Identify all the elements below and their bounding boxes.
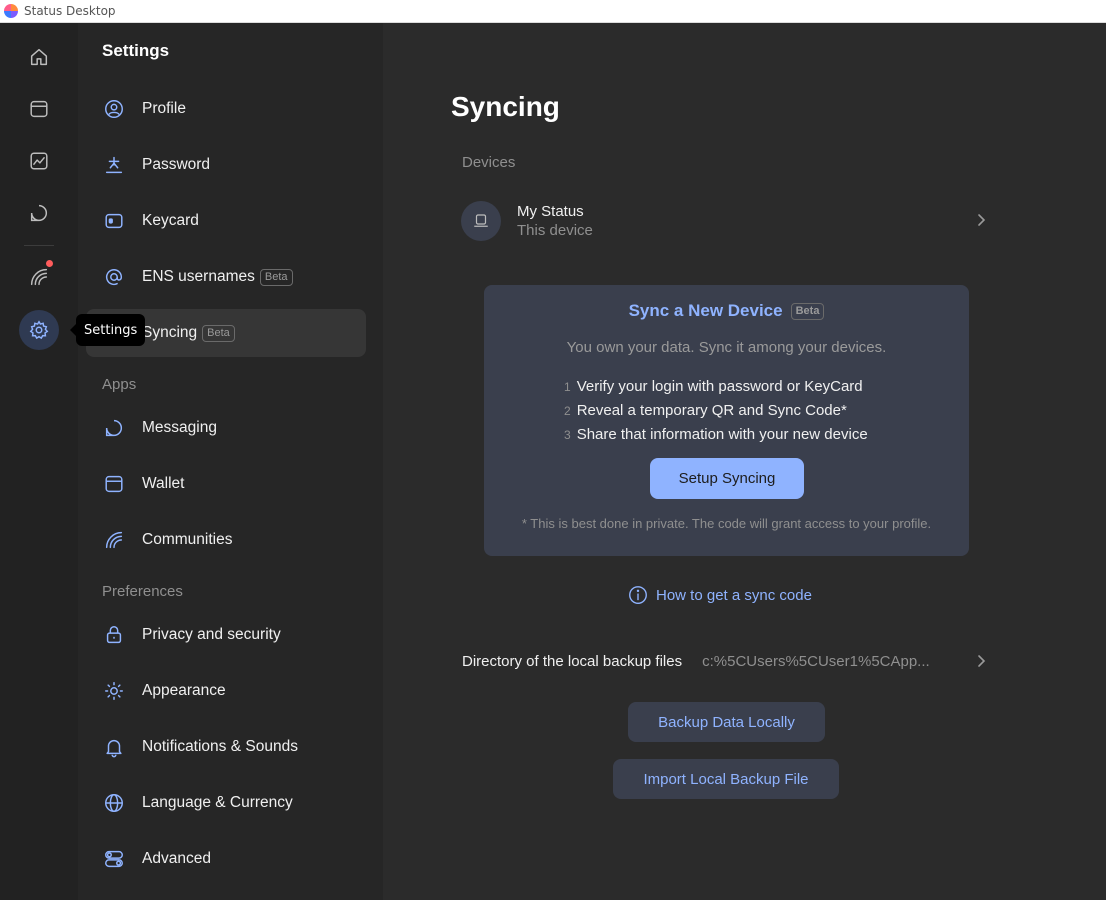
rail-wallet-button[interactable] [19,89,59,129]
communities-icon [30,268,48,286]
keycard-icon [105,213,123,229]
notification-dot [46,260,53,267]
sync-step-number: 2 [564,404,571,418]
sidebar-item-label: Profile [142,100,186,117]
setup-syncing-button[interactable]: Setup Syncing [650,458,804,499]
beta-badge: Beta [790,302,825,320]
chevron-right-icon [978,214,986,226]
sidebar-item-notifications[interactable]: Notifications & Sounds [86,723,366,771]
backup-directory-row[interactable]: Directory of the local backup files c:%5… [462,649,991,673]
chevron-right-icon [978,655,986,667]
bell-icon [106,739,122,758]
sidebar-item-label: Advanced [142,850,211,867]
sync-card-note: * This is best done in private. The code… [521,516,932,531]
sidebar-item-password[interactable]: Password [86,141,366,189]
sidebar-item-label: Communities [142,531,233,548]
sidebar-item-label: Keycard [142,212,199,229]
sidebar-item-ens-usernames[interactable]: ENS usernames Beta [86,253,366,301]
how-to-sync-code-link[interactable]: How to get a sync code [627,584,812,606]
chat-icon [30,204,48,222]
sync-step: 3 Share that information with your new de… [564,423,868,447]
sync-card-title-row: Sync a New Device Beta [484,301,969,321]
rail-market-button[interactable] [19,141,59,181]
sidebar-section-apps: Apps [102,376,137,393]
device-subtitle: This device [517,222,593,239]
sidebar-item-label: Notifications & Sounds [142,738,298,755]
sync-step: 1 Verify your login with password or KeyC… [564,375,868,399]
window-title: Status Desktop [24,4,116,18]
rail-communities-button[interactable] [19,257,59,297]
rail-home-button[interactable] [19,37,59,77]
gear-icon [29,320,49,340]
sidebar-item-label: Password [142,156,211,173]
sidebar-item-label: Appearance [142,682,226,699]
sidebar-item-advanced[interactable]: Advanced [86,835,366,883]
sync-card-title: Sync a New Device [628,301,783,320]
communities-icon [105,531,123,549]
window-titlebar: Status Desktop [0,0,1106,23]
sidebar-item-label: Messaging [142,419,217,436]
sidebar-item-profile[interactable]: Profile [86,85,366,133]
rail-settings-button[interactable] [19,310,59,350]
sidebar-item-language-currency[interactable]: Language & Currency [86,779,366,827]
sidebar-item-label: Wallet [142,475,185,492]
sidebar-item-communities[interactable]: Communities [86,516,366,564]
sidebar-item-appearance[interactable]: Appearance [86,667,366,715]
device-avatar [461,201,501,241]
sidebar-item-wallet[interactable]: Wallet [86,460,366,508]
backup-directory-value: c:%5CUsers%5CUser1%5CApp... [702,652,930,670]
main-content: Syncing Devices My Status This device Sy… [383,23,1106,900]
page-title: Syncing [451,91,560,122]
rail-separator [24,245,54,246]
beta-badge: Beta [202,324,235,342]
lock-icon [106,626,122,644]
sync-new-device-card: Sync a New Device Beta You own your data… [484,285,969,556]
sync-steps-list: 1 Verify your login with password or KeyC… [564,375,868,447]
sync-step-text: Reveal a temporary QR and Sync Code* [576,402,847,419]
sidebar-item-privacy-security[interactable]: Privacy and security [86,611,366,659]
chart-icon [30,152,48,170]
sync-step-text: Verify your login with password or KeyCa… [576,378,863,395]
sun-icon [105,682,123,700]
sync-card-subtitle: You own your data. Sync it among your de… [566,339,887,356]
sidebar-title: Settings [102,41,170,60]
status-logo-icon [4,4,18,18]
laptop-icon [474,214,488,227]
wallet-icon [105,475,123,493]
device-row[interactable]: My Status This device [461,198,991,244]
import-local-backup-button[interactable]: Import Local Backup File [613,759,839,799]
password-icon [105,156,123,174]
sync-step-number: 3 [564,428,571,442]
chat-icon [105,419,123,437]
wallet-icon [30,100,48,118]
beta-badge: Beta [259,268,293,286]
sidebar-item-label: Language & Currency [142,794,293,811]
toggles-icon [105,850,123,868]
home-icon [30,48,48,66]
profile-icon [105,100,123,118]
sidebar-item-keycard[interactable]: Keycard [86,197,366,245]
settings-sidebar: Settings Profile Password Keycard ENS us… [78,23,383,900]
sidebar-item-label: Syncing [142,324,198,341]
sidebar-item-messaging[interactable]: Messaging [86,404,366,452]
sidebar-item-label: ENS usernames [142,268,255,285]
sidebar-item-label: Privacy and security [142,626,281,643]
at-icon [105,269,123,286]
sync-step-text: Share that information with your new dev… [576,426,868,443]
sidebar-section-preferences: Preferences [102,583,183,600]
device-info: My Status This device [517,203,593,239]
sync-step-number: 1 [564,380,571,394]
device-name: My Status [517,203,584,220]
info-icon [629,586,647,604]
backup-data-locally-button[interactable]: Backup Data Locally [628,702,825,742]
how-to-link-text: How to get a sync code [656,586,812,604]
backup-directory-label: Directory of the local backup files [462,652,683,670]
devices-section-label: Devices [462,154,516,171]
rail-messaging-button[interactable] [19,193,59,233]
settings-tooltip: Settings [69,314,146,346]
globe-icon [105,794,123,812]
sync-step: 2 Reveal a temporary QR and Sync Code* [564,399,868,423]
app-rail [0,23,78,900]
